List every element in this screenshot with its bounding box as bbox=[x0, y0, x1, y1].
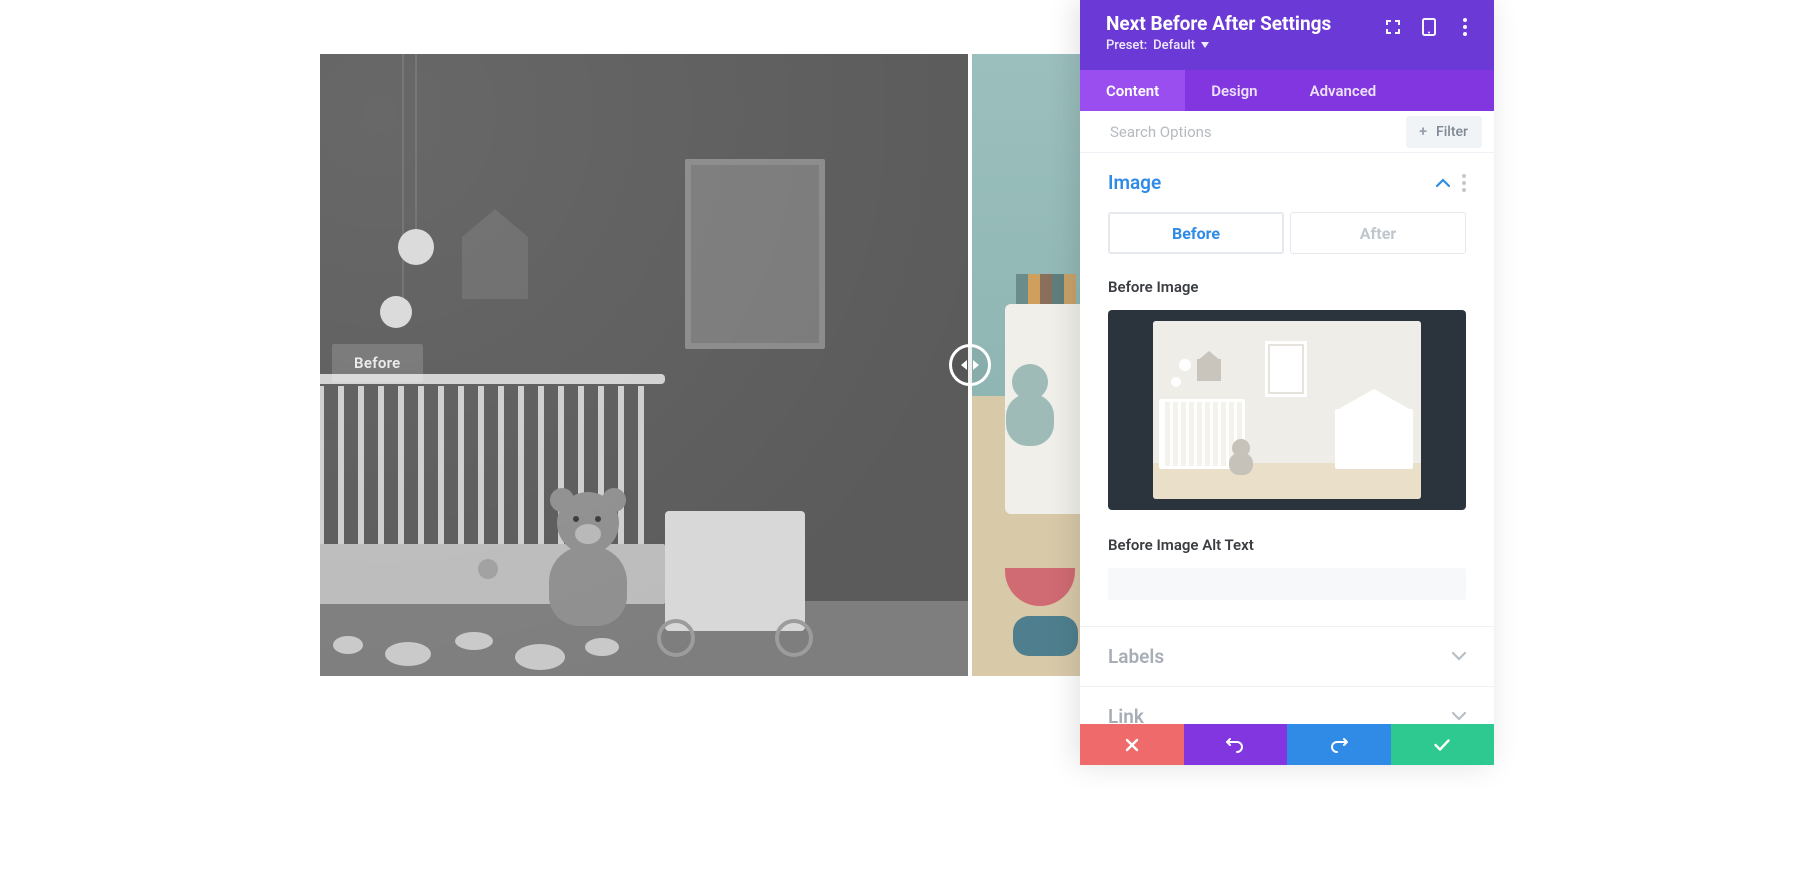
section-link-title: Link bbox=[1108, 705, 1144, 724]
close-icon bbox=[1125, 738, 1139, 752]
section-image: Image Before After Before Image bbox=[1080, 153, 1494, 627]
cancel-button[interactable] bbox=[1080, 724, 1184, 765]
chevron-up-icon bbox=[1436, 178, 1450, 187]
undo-button[interactable] bbox=[1184, 724, 1288, 765]
section-image-title: Image bbox=[1108, 171, 1161, 194]
search-row: + Filter bbox=[1080, 111, 1494, 153]
panel-body: Image Before After Before Image bbox=[1080, 153, 1494, 724]
section-labels-header[interactable]: Labels bbox=[1080, 627, 1494, 686]
before-alt-input[interactable] bbox=[1108, 568, 1466, 600]
chevron-down-icon bbox=[1452, 712, 1466, 721]
panel-title: Next Before After Settings bbox=[1106, 12, 1331, 36]
arrow-left-icon bbox=[960, 360, 968, 370]
settings-panel: Next Before After Settings Preset: Defau… bbox=[1080, 0, 1494, 765]
section-image-header[interactable]: Image bbox=[1080, 153, 1494, 212]
save-button[interactable] bbox=[1391, 724, 1495, 765]
check-icon bbox=[1434, 739, 1450, 751]
tab-design[interactable]: Design bbox=[1185, 70, 1283, 111]
before-after-toggle: Before After bbox=[1108, 212, 1466, 254]
chevron-down-icon bbox=[1452, 652, 1466, 661]
tab-advanced[interactable]: Advanced bbox=[1284, 70, 1403, 111]
app-canvas: Before Next Before After Settings Preset… bbox=[0, 0, 1800, 887]
panel-footer bbox=[1080, 724, 1494, 765]
tablet-icon[interactable] bbox=[1418, 16, 1440, 38]
plus-icon: + bbox=[1416, 125, 1430, 139]
caret-down-icon bbox=[1201, 42, 1209, 48]
toggle-before[interactable]: Before bbox=[1108, 212, 1284, 254]
toggle-after[interactable]: After bbox=[1290, 212, 1466, 254]
preset-label: Preset: bbox=[1106, 38, 1147, 53]
before-image-label: Before Image bbox=[1108, 278, 1466, 296]
before-label-badge: Before bbox=[332, 344, 423, 382]
settings-tabs: Content Design Advanced bbox=[1080, 70, 1494, 111]
before-alt-label: Before Image Alt Text bbox=[1108, 536, 1466, 554]
more-menu-icon[interactable] bbox=[1454, 16, 1476, 38]
search-input[interactable] bbox=[1080, 111, 1406, 152]
redo-button[interactable] bbox=[1287, 724, 1391, 765]
section-labels-title: Labels bbox=[1108, 645, 1164, 668]
filter-button[interactable]: + Filter bbox=[1406, 116, 1482, 148]
section-more-icon[interactable] bbox=[1462, 174, 1466, 192]
expand-icon[interactable] bbox=[1382, 16, 1404, 38]
filter-button-label: Filter bbox=[1436, 124, 1468, 140]
preset-selector[interactable]: Preset: Default bbox=[1106, 38, 1331, 53]
before-image-upload[interactable] bbox=[1108, 310, 1466, 510]
redo-icon bbox=[1330, 737, 1348, 753]
slider-handle[interactable] bbox=[949, 344, 991, 386]
section-labels: Labels bbox=[1080, 627, 1494, 687]
tab-content[interactable]: Content bbox=[1080, 70, 1185, 111]
undo-icon bbox=[1226, 737, 1244, 753]
before-after-preview[interactable]: Before bbox=[320, 54, 1080, 676]
preset-value: Default bbox=[1153, 38, 1195, 53]
before-image-thumbnail bbox=[1153, 321, 1421, 499]
section-link: Link bbox=[1080, 687, 1494, 724]
section-link-header[interactable]: Link bbox=[1080, 687, 1494, 724]
panel-header: Next Before After Settings Preset: Defau… bbox=[1080, 0, 1494, 70]
arrow-right-icon bbox=[972, 360, 980, 370]
